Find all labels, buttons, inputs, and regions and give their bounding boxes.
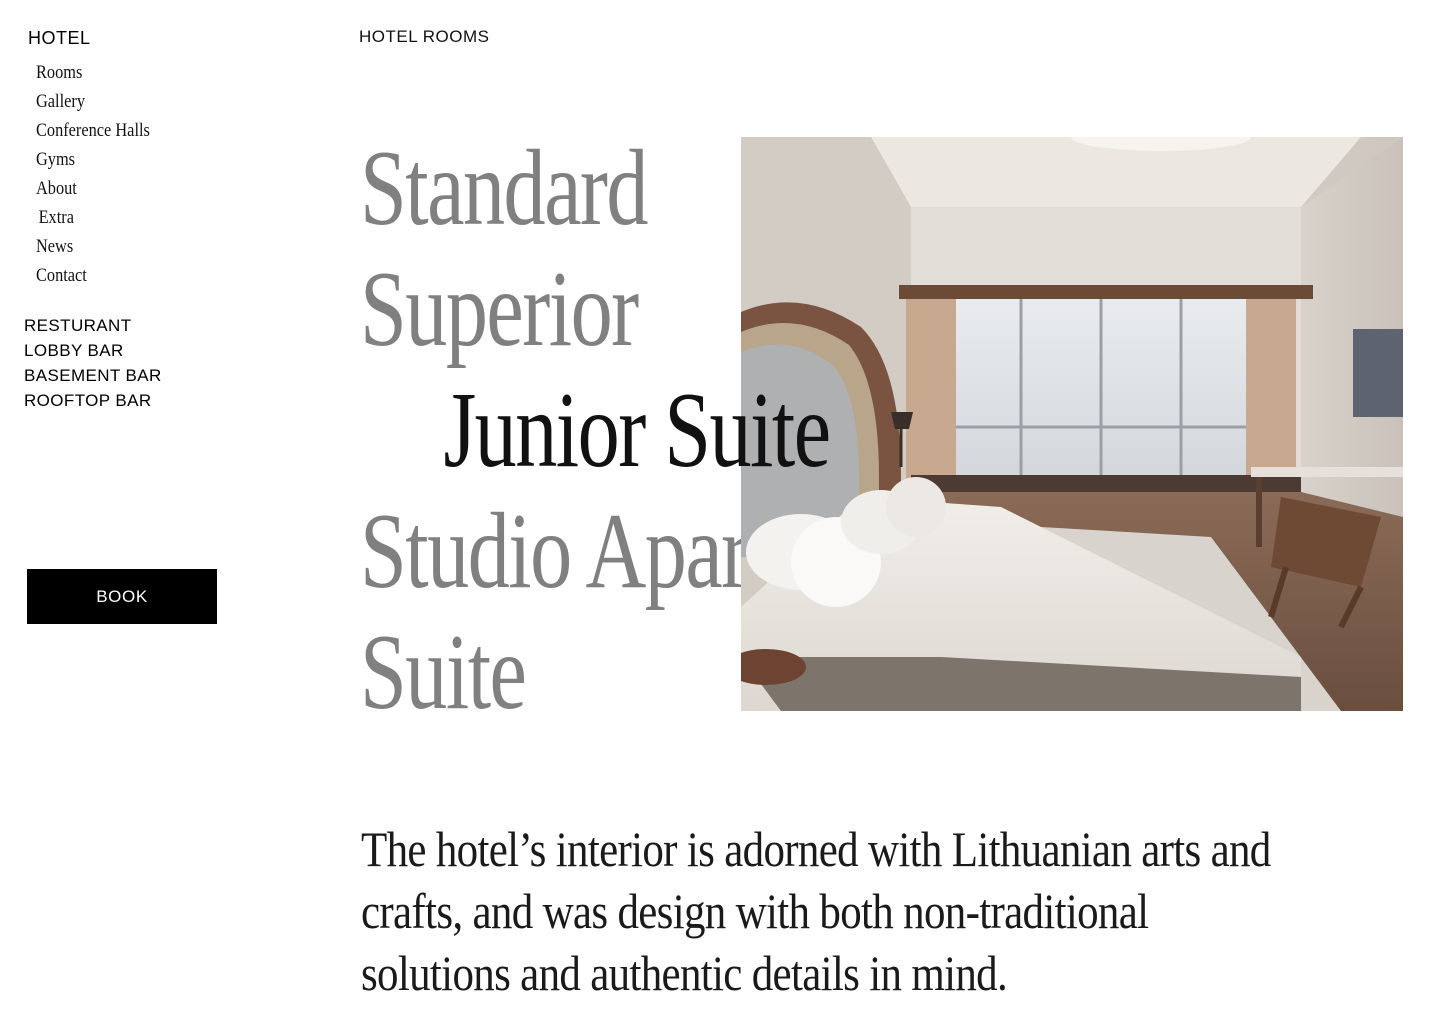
nav-item-gallery[interactable]: Gallery bbox=[36, 87, 150, 116]
nav-item-extra[interactable]: Extra bbox=[36, 203, 150, 232]
nav-item-about[interactable]: About bbox=[36, 174, 150, 203]
venue-item-lobby-bar[interactable]: LOBBY BAR bbox=[24, 338, 162, 363]
section-label: HOTEL ROOMS bbox=[359, 27, 490, 46]
venue-nav: RESTURANT LOBBY BAR BASEMENT BAR ROOFTOP… bbox=[24, 313, 162, 413]
nav-item-gyms[interactable]: Gyms bbox=[36, 145, 150, 174]
nav-item-rooms[interactable]: Rooms bbox=[36, 58, 150, 87]
main-nav: Rooms Gallery Conference Halls Gyms Abou… bbox=[36, 58, 168, 290]
venue-item-basement-bar[interactable]: BASEMENT BAR bbox=[24, 363, 162, 388]
sidebar: HOTEL Rooms Gallery Conference Halls Gym… bbox=[0, 0, 300, 1024]
brand-link[interactable]: HOTEL bbox=[28, 28, 91, 49]
book-button[interactable]: BOOK bbox=[27, 569, 217, 624]
room-description: The hotel’s interior is adorned with Lit… bbox=[361, 821, 1271, 1001]
page: HOTEL Rooms Gallery Conference Halls Gym… bbox=[0, 0, 1440, 1024]
venue-item-restaurant[interactable]: RESTURANT bbox=[24, 313, 162, 338]
nav-item-conference-halls[interactable]: Conference Halls bbox=[36, 116, 150, 145]
room-item-junior-suite[interactable]: Junior Suite bbox=[360, 370, 1140, 491]
venue-item-rooftop-bar[interactable]: ROOFTOP BAR bbox=[24, 388, 162, 413]
nav-item-contact[interactable]: Contact bbox=[36, 261, 150, 290]
nav-item-news[interactable]: News bbox=[36, 232, 150, 261]
